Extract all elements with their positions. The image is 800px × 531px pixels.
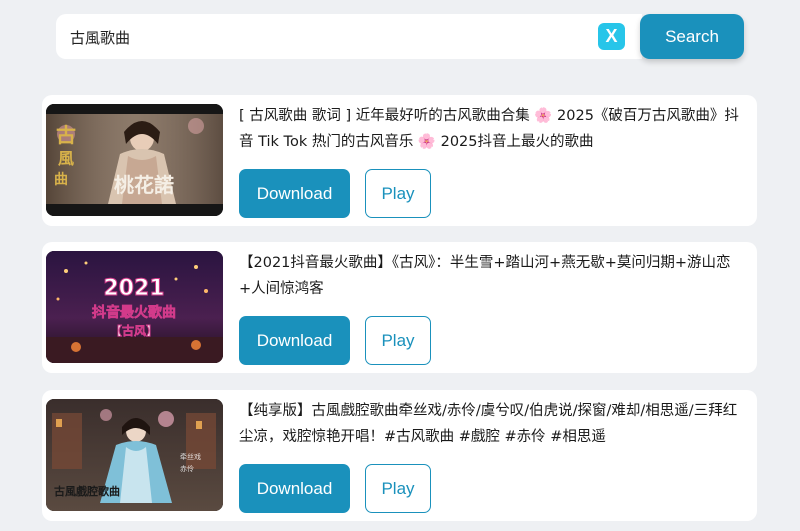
thumbnail-caption: 古風戲腔歌曲	[54, 484, 120, 498]
close-icon: X	[605, 26, 618, 46]
search-input[interactable]	[70, 22, 590, 52]
search-button[interactable]: Search	[640, 14, 744, 59]
video-thumbnail[interactable]: 古 風 曲 桃花諾	[46, 104, 223, 216]
svg-text:曲: 曲	[54, 171, 68, 188]
svg-text:風: 風	[58, 149, 74, 168]
svg-text:赤伶: 赤伶	[180, 464, 194, 473]
thumbnail-caption: 抖音最火歌曲	[92, 304, 176, 321]
video-thumbnail[interactable]: 牵丝戏 赤伶 古風戲腔歌曲	[46, 399, 223, 511]
search-input-wrapper: X	[56, 14, 642, 59]
play-button[interactable]: Play	[365, 464, 431, 513]
video-thumbnail[interactable]: 2021 抖音最火歌曲 【古风】	[46, 251, 223, 363]
download-button[interactable]: Download	[239, 316, 350, 365]
thumbnail-caption: 桃花諾	[114, 173, 174, 197]
result-card: 牵丝戏 赤伶 古風戲腔歌曲 【纯享版】古風戲腔歌曲牵丝戏/赤伶/虞兮叹/伯虎说/…	[42, 390, 757, 521]
thumbnail-image: 2021 抖音最火歌曲 【古风】	[46, 251, 223, 363]
search-bar: X Search	[56, 14, 744, 59]
thumbnail-image: 牵丝戏 赤伶 古風戲腔歌曲	[46, 399, 223, 511]
clear-search-button[interactable]: X	[598, 23, 625, 50]
result-title[interactable]: 【2021抖音最火歌曲】《古风》：半生雪+踏山河+燕无歇+莫问归期+游山恋+人间…	[239, 250, 751, 302]
play-button[interactable]: Play	[365, 169, 431, 218]
result-card: 2021 抖音最火歌曲 【古风】 【2021抖音最火歌曲】《古风》：半生雪+踏山…	[42, 242, 757, 373]
download-button[interactable]: Download	[239, 169, 350, 218]
play-button[interactable]: Play	[365, 316, 431, 365]
thumbnail-caption-year: 2021	[103, 276, 164, 301]
result-title[interactable]: 【纯享版】古風戲腔歌曲牵丝戏/赤伶/虞兮叹/伯虎说/探窗/难却/相思遥/三拜红尘…	[239, 398, 751, 450]
thumbnail-caption-tag: 【古风】	[110, 323, 158, 338]
result-title[interactable]: [ 古风歌曲 歌词 ] 近年最好听的古风歌曲合集 🌸 2025《破百万古风歌曲》…	[239, 103, 751, 155]
result-card: 古 風 曲 桃花諾 [ 古风歌曲 歌词 ] 近年最好听的古风歌曲合集 🌸 202…	[42, 95, 757, 226]
download-button[interactable]: Download	[239, 464, 350, 513]
svg-text:古: 古	[56, 123, 76, 147]
svg-text:牵丝戏: 牵丝戏	[180, 452, 201, 461]
thumbnail-image: 古 風 曲 桃花諾	[46, 104, 223, 216]
